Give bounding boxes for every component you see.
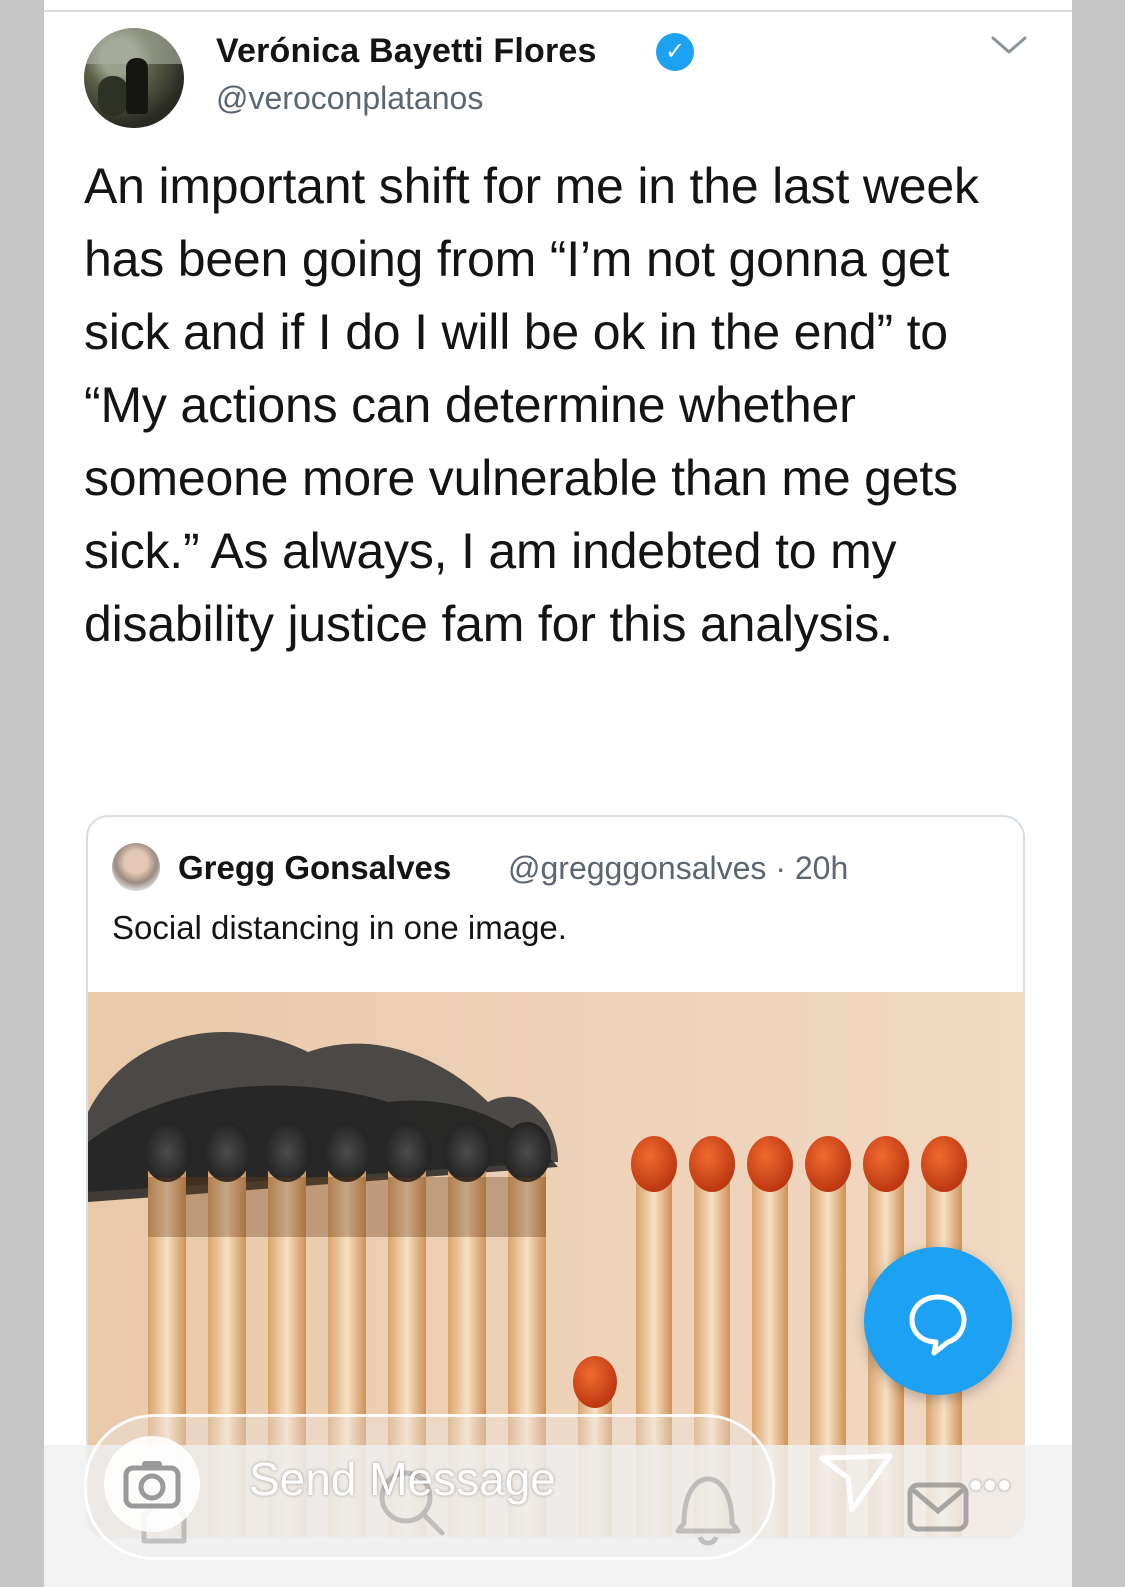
- messages-icon: [907, 1482, 969, 1532]
- quoted-meta: @gregggonsalves · 20h: [508, 850, 849, 886]
- quoted-author-avatar: [112, 843, 160, 891]
- author-avatar[interactable]: [84, 28, 184, 128]
- quoted-author-name: Gregg Gonsalves: [178, 849, 452, 886]
- more-icon[interactable]: •••: [969, 1465, 1012, 1508]
- tweet-text: An important shift for me in the last we…: [84, 158, 979, 652]
- message-placeholder: Send Message: [249, 1453, 556, 1505]
- verified-check-icon: ✓: [656, 33, 694, 71]
- send-icon[interactable]: [816, 1448, 896, 1518]
- camera-icon: [123, 1461, 181, 1509]
- quoted-text: Social distancing in one image.: [112, 909, 567, 946]
- compose-reply-button[interactable]: [864, 1247, 1012, 1395]
- author-name[interactable]: Verónica Bayetti Flores: [216, 32, 597, 71]
- tweet-card: Verónica Bayetti Flores ✓ @veroconplatan…: [44, 0, 1072, 1587]
- chevron-down-icon[interactable]: [989, 32, 1029, 58]
- camera-button[interactable]: [104, 1436, 200, 1532]
- author-handle[interactable]: @veroconplatanos: [216, 80, 483, 117]
- divider: [44, 10, 1072, 12]
- compose-reply-icon: [909, 1294, 967, 1356]
